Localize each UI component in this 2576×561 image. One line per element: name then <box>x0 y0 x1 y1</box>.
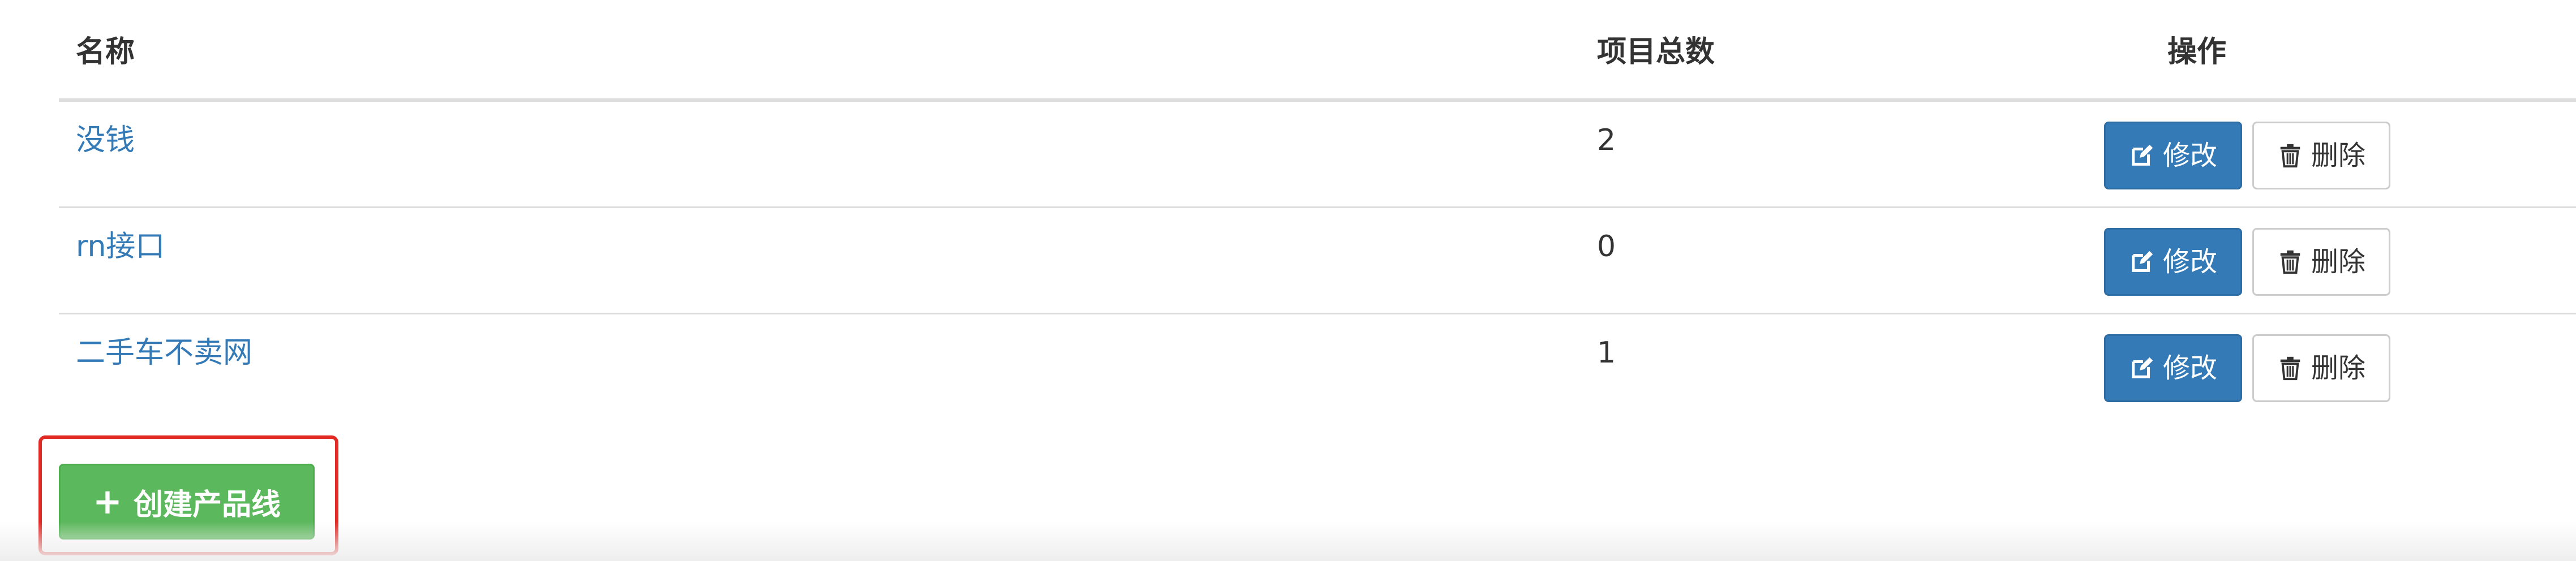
delete-button[interactable]: 删除 <box>2252 334 2390 402</box>
project-count: 2 <box>1597 123 1616 157</box>
trash-icon <box>2280 144 2300 168</box>
edit-button[interactable]: 修改 <box>2104 122 2242 189</box>
delete-label: 删除 <box>2311 352 2365 384</box>
column-header-count: 项目总数 <box>1597 35 1715 69</box>
edit-label: 修改 <box>2162 140 2217 171</box>
edit-icon <box>2132 251 2153 272</box>
edit-label: 修改 <box>2162 246 2217 278</box>
edit-button[interactable]: 修改 <box>2104 228 2242 296</box>
delete-button[interactable]: 删除 <box>2252 122 2390 189</box>
product-line-table: 名称 项目总数 操作 没钱 2 修改 删除 rn接口 0 修改 删除 二手车不卖… <box>59 0 2576 419</box>
plus-icon: + <box>93 481 122 522</box>
delete-label: 删除 <box>2311 246 2365 278</box>
project-count: 0 <box>1597 230 1616 264</box>
create-product-line-button[interactable]: + 创建产品线 <box>59 464 315 540</box>
column-header-operations: 操作 <box>2167 35 2227 69</box>
table-row: rn接口 0 修改 删除 <box>59 208 2576 314</box>
table-row: 二手车不卖网 1 修改 删除 <box>59 314 2576 419</box>
edit-label: 修改 <box>2162 352 2217 384</box>
edit-icon <box>2132 357 2153 378</box>
bottom-fade <box>0 521 2576 561</box>
delete-button[interactable]: 删除 <box>2252 228 2390 296</box>
trash-icon <box>2280 250 2300 274</box>
product-line-link[interactable]: 没钱 <box>76 122 135 158</box>
product-line-link[interactable]: rn接口 <box>76 228 165 265</box>
page: 名称 项目总数 操作 没钱 2 修改 删除 rn接口 0 修改 删除 二手车不卖… <box>0 0 2576 561</box>
create-product-line-label: 创建产品线 <box>133 487 281 522</box>
column-header-name: 名称 <box>76 35 135 69</box>
table-row: 没钱 2 修改 删除 <box>59 102 2576 208</box>
product-line-link[interactable]: 二手车不卖网 <box>76 335 252 371</box>
trash-icon <box>2280 356 2300 381</box>
table-header: 名称 项目总数 操作 <box>59 0 2576 102</box>
project-count: 1 <box>1597 336 1616 370</box>
edit-button[interactable]: 修改 <box>2104 334 2242 402</box>
edit-icon <box>2132 144 2153 166</box>
delete-label: 删除 <box>2311 140 2365 171</box>
